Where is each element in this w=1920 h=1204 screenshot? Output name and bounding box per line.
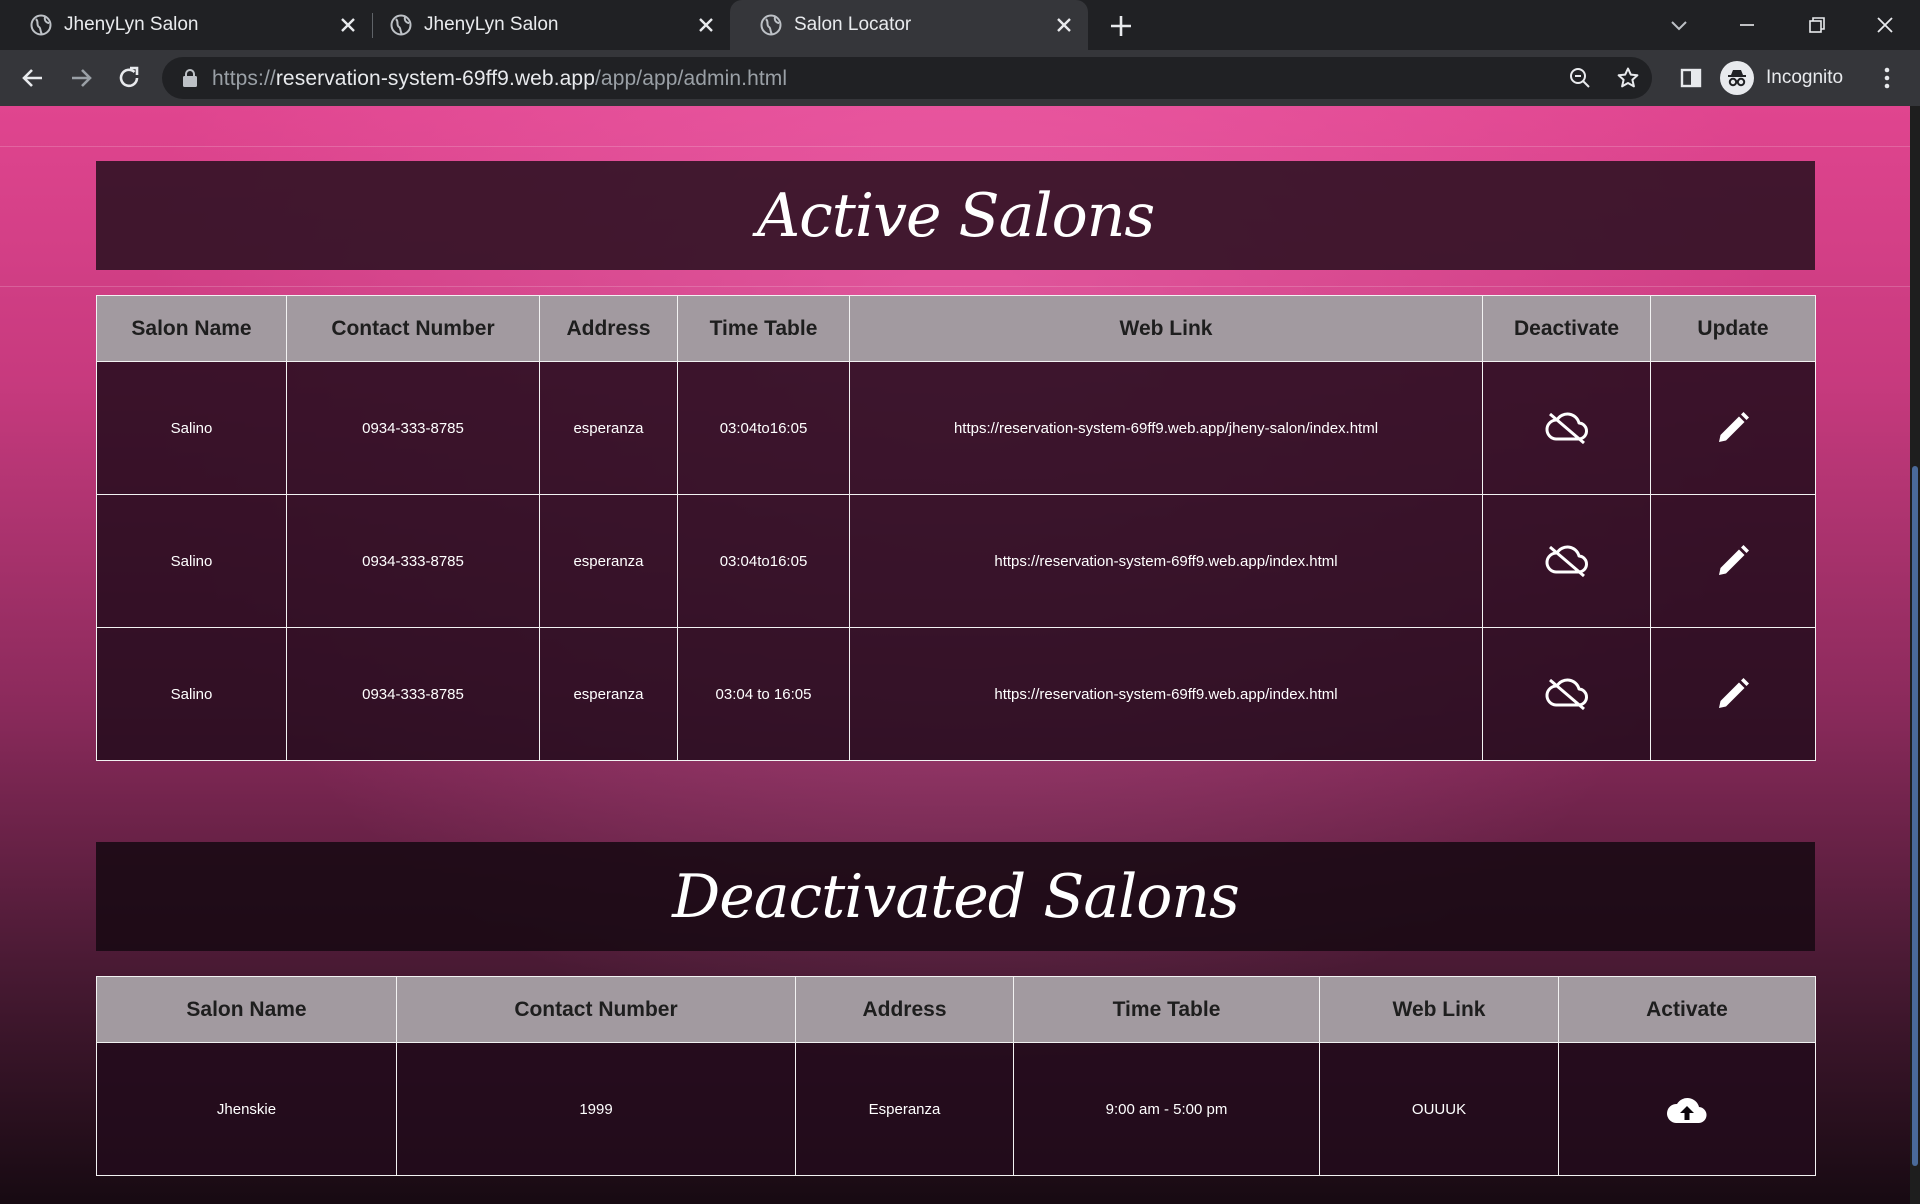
column-header: Update xyxy=(1650,295,1816,362)
new-tab-icon[interactable] xyxy=(1108,13,1134,39)
page-background: Active Salons Salon Name Contact Number … xyxy=(0,106,1920,1204)
restore-icon[interactable] xyxy=(1802,10,1832,40)
contact-number-cell: 0934-333-8785 xyxy=(286,627,540,761)
bookmark-star-icon[interactable] xyxy=(1616,66,1640,90)
cloud-upload-icon[interactable] xyxy=(1665,1093,1709,1125)
column-header: Address xyxy=(539,295,678,362)
scrollbar[interactable] xyxy=(1910,106,1920,1204)
contact-number-cell: 1999 xyxy=(396,1042,796,1176)
salon-name-cell: Salino xyxy=(96,494,287,628)
tab-title: JhenyLyn Salon xyxy=(64,14,199,35)
browser-toolbar: https://reservation-system-69ff9.web.app… xyxy=(0,50,1920,106)
scrollbar-thumb[interactable] xyxy=(1912,466,1918,1166)
pencil-icon[interactable] xyxy=(1715,543,1751,579)
salon-name-cell: Salino xyxy=(96,627,287,761)
column-header: Web Link xyxy=(849,295,1483,362)
web-link-cell: OUUUK xyxy=(1319,1042,1559,1176)
column-header: Deactivate xyxy=(1482,295,1651,362)
url-scheme: https:// xyxy=(212,67,276,90)
tab-title: JhenyLyn Salon xyxy=(424,14,559,35)
cloud-off-icon[interactable] xyxy=(1544,677,1590,711)
column-header: Time Table xyxy=(677,295,850,362)
deactivate-cell xyxy=(1482,494,1651,628)
web-link-cell: https://reservation-system-69ff9.web.app… xyxy=(849,361,1483,495)
back-arrow-icon[interactable] xyxy=(18,63,48,93)
update-cell xyxy=(1650,361,1816,495)
forward-arrow-icon[interactable] xyxy=(66,63,96,93)
pencil-icon[interactable] xyxy=(1715,676,1751,712)
time-table-cell: 03:04 to 16:05 xyxy=(677,627,850,761)
close-window-icon[interactable] xyxy=(1870,10,1900,40)
deactivate-cell xyxy=(1482,627,1651,761)
url-path: /app/app/admin.html xyxy=(594,67,788,90)
deactivated-salons-table: Salon Name Contact Number Address Time T… xyxy=(96,976,1816,1176)
incognito-icon xyxy=(1720,61,1754,95)
update-cell xyxy=(1650,627,1816,761)
table-header-row: Salon Name Contact Number Address Time T… xyxy=(96,295,1816,362)
globe-icon xyxy=(760,14,782,36)
tab-salon-locator[interactable]: Salon Locator xyxy=(730,0,1088,50)
tab-jhenylyn-salon-1[interactable]: JhenyLyn Salon xyxy=(0,0,372,50)
close-tab-icon[interactable] xyxy=(336,13,360,37)
address-cell: esperanza xyxy=(539,361,678,495)
column-header: Contact Number xyxy=(286,295,540,362)
table-row: Salino 0934-333-8785 esperanza 03:04 to … xyxy=(96,627,1816,761)
globe-icon xyxy=(30,14,52,36)
time-table-cell: 9:00 am - 5:00 pm xyxy=(1013,1042,1320,1176)
pencil-icon[interactable] xyxy=(1715,410,1751,446)
lock-icon[interactable] xyxy=(182,69,198,87)
close-tab-icon[interactable] xyxy=(694,13,718,37)
deactivated-salons-heading: Deactivated Salons xyxy=(96,842,1815,951)
salon-name-cell: Salino xyxy=(96,361,287,495)
tab-jhenylyn-salon-2[interactable]: JhenyLyn Salon xyxy=(360,0,732,50)
background-decoration xyxy=(0,146,1920,147)
zoom-icon[interactable] xyxy=(1568,66,1592,90)
deactivate-cell xyxy=(1482,361,1651,495)
column-header: Address xyxy=(795,976,1014,1043)
address-cell: esperanza xyxy=(539,627,678,761)
minimize-icon[interactable] xyxy=(1732,10,1762,40)
address-cell: esperanza xyxy=(539,494,678,628)
column-header: Time Table xyxy=(1013,976,1320,1043)
close-tab-icon[interactable] xyxy=(1052,13,1076,37)
cloud-off-icon[interactable] xyxy=(1544,544,1590,578)
tab-strip: JhenyLyn Salon JhenyLyn Salon Salon Loca… xyxy=(0,0,1920,50)
table-row: Jhenskie 1999 Esperanza 9:00 am - 5:00 p… xyxy=(96,1042,1816,1176)
update-cell xyxy=(1650,494,1816,628)
background-decoration xyxy=(0,286,1920,287)
web-link-cell: https://reservation-system-69ff9.web.app… xyxy=(849,627,1483,761)
active-salons-heading: Active Salons xyxy=(96,161,1815,270)
url-text: https://reservation-system-69ff9.web.app… xyxy=(212,67,787,91)
address-cell: Esperanza xyxy=(795,1042,1014,1176)
column-header: Activate xyxy=(1558,976,1816,1043)
activate-cell xyxy=(1558,1042,1816,1176)
column-header: Contact Number xyxy=(396,976,796,1043)
time-table-cell: 03:04to16:05 xyxy=(677,361,850,495)
web-link-cell: https://reservation-system-69ff9.web.app… xyxy=(849,494,1483,628)
tab-title: Salon Locator xyxy=(794,14,912,35)
time-table-cell: 03:04to16:05 xyxy=(677,494,850,628)
incognito-indicator[interactable]: Incognito xyxy=(1720,56,1843,100)
column-header: Web Link xyxy=(1319,976,1559,1043)
table-header-row: Salon Name Contact Number Address Time T… xyxy=(96,976,1816,1043)
cloud-off-icon[interactable] xyxy=(1544,411,1590,445)
active-salons-table: Salon Name Contact Number Address Time T… xyxy=(96,295,1816,761)
address-bar[interactable]: https://reservation-system-69ff9.web.app… xyxy=(162,57,1652,99)
contact-number-cell: 0934-333-8785 xyxy=(286,361,540,495)
salon-name-cell: Jhenskie xyxy=(96,1042,397,1176)
table-row: Salino 0934-333-8785 esperanza 03:04to16… xyxy=(96,494,1816,628)
table-row: Salino 0934-333-8785 esperanza 03:04to16… xyxy=(96,361,1816,495)
side-panel-icon[interactable] xyxy=(1676,63,1706,93)
incognito-label: Incognito xyxy=(1766,67,1844,88)
column-header: Salon Name xyxy=(96,295,287,362)
url-host: reservation-system-69ff9.web.app xyxy=(275,67,595,90)
more-menu-icon[interactable] xyxy=(1872,63,1902,93)
contact-number-cell: 0934-333-8785 xyxy=(286,494,540,628)
tab-search-chevron-icon[interactable] xyxy=(1664,10,1694,40)
column-header: Salon Name xyxy=(96,976,397,1043)
globe-icon xyxy=(390,14,412,36)
reload-icon[interactable] xyxy=(114,63,144,93)
